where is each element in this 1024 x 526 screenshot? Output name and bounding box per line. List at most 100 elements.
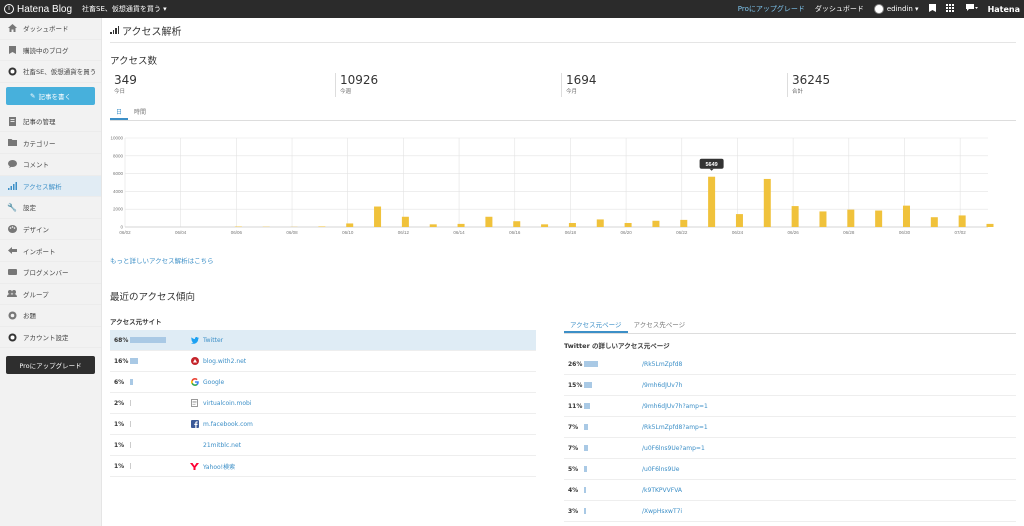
site-row[interactable]: 2% virtualcoin.mobi [110, 393, 536, 414]
site-link[interactable]: blog.with2.net [203, 358, 246, 365]
page-link[interactable]: /XwpHsxwT7i [642, 508, 682, 515]
page-link[interactable]: /k9TKPVVFVA [642, 487, 682, 494]
tab-day[interactable]: 日 [110, 105, 129, 120]
site-link[interactable]: virtualcoin.mobi [203, 400, 252, 407]
message-icon[interactable] [965, 4, 978, 14]
trend-title: 最近のアクセス傾向 [110, 292, 196, 303]
page-link[interactable]: /9mh6dJUv7h [642, 382, 682, 389]
chart-bar [318, 226, 326, 227]
sidebar-item-account[interactable]: アカウント設定 [0, 327, 101, 349]
page-link[interactable]: /Rk5LmZpfd8?amp=1 [642, 424, 708, 431]
more-analytics-link[interactable]: もっと詳しいアクセス解析はこちら [110, 255, 1016, 265]
yahoo-icon [190, 462, 199, 471]
sidebar-item-dashboard[interactable]: ダッシュボード [0, 18, 101, 40]
chart-x-tick-label: 06/26 [787, 230, 799, 235]
page-link[interactable]: /u0F6lns9Ue [642, 466, 679, 473]
site-link[interactable]: m.facebook.com [203, 421, 253, 428]
blog-icon [7, 67, 17, 76]
chart-bar [401, 216, 409, 227]
page-row[interactable]: 4% /k9TKPVVFVA [564, 480, 1016, 501]
sidebar-item-articles[interactable]: 記事の管理 [0, 111, 101, 133]
sidebar-item-topic[interactable]: お題 [0, 305, 101, 327]
site-percent: 1% [114, 462, 125, 470]
chart-y-tick-label: 0 [120, 225, 123, 230]
tab-destination-pages[interactable]: アクセス先ページ [628, 316, 692, 333]
share-bar-fill [130, 358, 139, 364]
sidebar-item-settings[interactable]: 🔧 設定 [0, 197, 101, 219]
chart-bar [541, 224, 549, 227]
page-row[interactable]: 26% /Rk5LmZpfd8 [564, 354, 1016, 375]
sidebar-item-blog[interactable]: 社畜SE、仮想通貨を買う [0, 61, 101, 83]
page-link[interactable]: /u0F6lns9Ue?amp=1 [642, 445, 705, 452]
chart-x-tick-label: 06/10 [342, 230, 354, 235]
chart-bar [763, 178, 771, 227]
page-row[interactable]: 7% /u0F6lns9Ue?amp=1 [564, 438, 1016, 459]
share-bar-fill [130, 379, 134, 385]
stat-week: 10926 今週 [336, 73, 562, 97]
site-row[interactable]: 1% m.facebook.com [110, 414, 536, 435]
site-row[interactable]: 16% blog.with2.net [110, 351, 536, 372]
sidebar-item-comments[interactable]: コメント [0, 154, 101, 176]
site-row[interactable]: 6% Google [110, 372, 536, 393]
apps-grid-icon[interactable] [945, 4, 956, 14]
home-icon [7, 24, 17, 33]
period-tabs: 日 時間 [110, 105, 1016, 121]
analytics-icon [110, 26, 119, 34]
page-row[interactable]: 11% /9mh6dJUv7h?amp=1 [564, 396, 1016, 417]
stat-total: 36245 合計 [788, 73, 1014, 97]
stat-value: 36245 [792, 73, 831, 87]
pro-upgrade-link[interactable]: Proにアップグレード [738, 4, 805, 14]
sidebar-item-label: アクセス解析 [23, 182, 62, 191]
sidebar-item-label: 記事の管理 [23, 118, 56, 127]
site-link[interactable]: Twitter [203, 337, 223, 344]
page-row[interactable]: 5% /u0F6lns9Ue [564, 459, 1016, 480]
comment-icon [7, 160, 17, 169]
bookmark-icon[interactable] [928, 4, 936, 14]
chart-bar [374, 206, 382, 227]
site-row[interactable]: 68% Twitter [110, 330, 536, 351]
sidebar-item-subscriptions[interactable]: 購読中のブログ [0, 40, 101, 62]
chart-bar [791, 206, 799, 227]
page-row[interactable]: 3% /XwpHsxwT7i [564, 501, 1016, 522]
chart-x-tick-label: 06/20 [620, 230, 632, 235]
hatena-link[interactable]: Hatena [988, 5, 1020, 14]
chart-x-tick-label: 06/22 [676, 230, 688, 235]
sidebar-item-categories[interactable]: カテゴリー [0, 132, 101, 154]
tab-hour[interactable]: 時間 [128, 105, 152, 120]
page-percent: 3% [568, 507, 579, 515]
user-menu[interactable]: edindin ▾ [873, 4, 919, 14]
stat-today: 349 今日 [110, 73, 336, 97]
site-link[interactable]: Google [203, 379, 224, 386]
share-bar-fill [584, 508, 586, 514]
dashboard-link[interactable]: ダッシュボード [815, 4, 864, 14]
site-row[interactable]: 1% Yahoo!検索 [110, 456, 536, 477]
pages-subtitle: Twitter の詳しいアクセス元ページ [564, 342, 670, 350]
tab-referrer-pages[interactable]: アクセス元ページ [564, 316, 628, 333]
hatena-blog-logo[interactable]: i Hatena Blog [0, 4, 72, 15]
share-bar-fill [584, 445, 588, 451]
write-article-button[interactable]: ✎ 記事を書く [6, 86, 95, 105]
chart-bar [958, 215, 966, 227]
site-link[interactable]: 21mitblc.net [203, 442, 241, 449]
page-link[interactable]: /9mh6dJUv7h?amp=1 [642, 403, 708, 410]
chart-bar [429, 224, 437, 227]
site-row[interactable]: 1% 21mitblc.net [110, 435, 536, 456]
page-link[interactable]: /Rk5LmZpfd8 [642, 361, 682, 368]
sidebar-item-analytics[interactable]: アクセス解析 [0, 175, 101, 198]
sidebar-item-import[interactable]: インポート [0, 240, 101, 262]
members-icon [7, 268, 17, 277]
write-button-label: 記事を書く [38, 92, 71, 101]
sidebar-item-members[interactable]: ブログメンバー [0, 262, 101, 284]
page-row[interactable]: 7% /Rk5LmZpfd8?amp=1 [564, 417, 1016, 438]
sidebar-item-group[interactable]: グループ [0, 284, 101, 306]
site-link[interactable]: Yahoo!検索 [203, 462, 235, 471]
stat-label: 合計 [792, 89, 804, 95]
blog-switcher[interactable]: 社畜SE、仮想通貨を買う ▾ [82, 4, 167, 14]
sidebar-item-design[interactable]: デザイン [0, 219, 101, 241]
sidebar-item-label: グループ [23, 290, 49, 299]
main-content: アクセス解析 アクセス数 349 今日 10926 今週 1694 今月 362… [110, 18, 1016, 303]
pro-upgrade-button[interactable]: Proにアップグレード [6, 356, 95, 375]
page-row[interactable]: 15% /9mh6dJUv7h [564, 375, 1016, 396]
share-bar-fill [130, 400, 131, 406]
chart-y-tick-label: 4000 [113, 189, 124, 194]
